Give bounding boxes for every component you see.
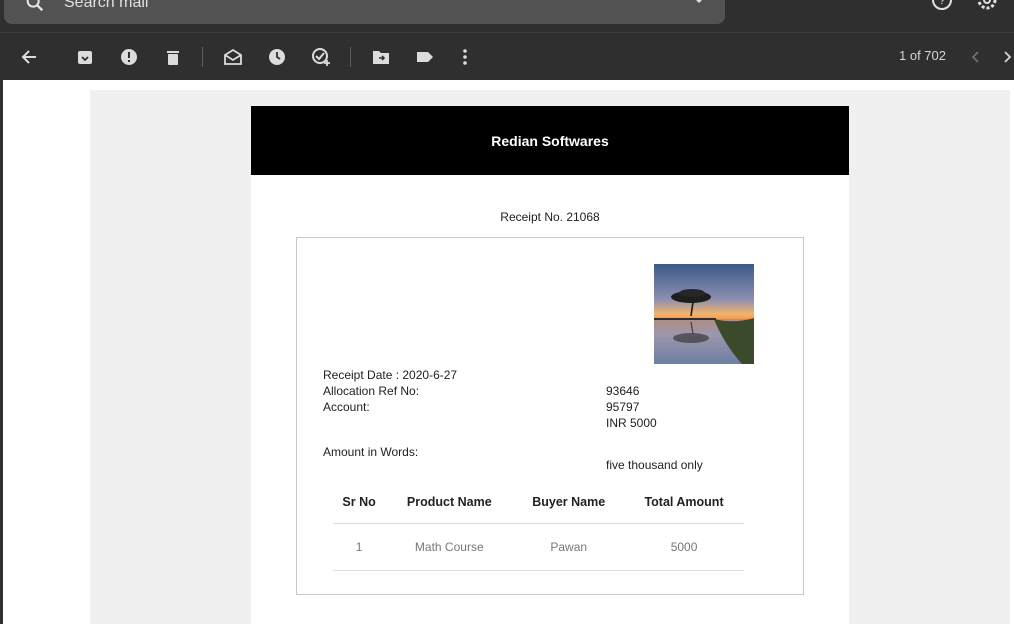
- table-header-row: Sr No Product Name Buyer Name Total Amou…: [333, 481, 744, 524]
- help-icon[interactable]: ?: [930, 0, 954, 12]
- report-spam-button[interactable]: [117, 45, 141, 69]
- chevron-right-icon: [1003, 51, 1011, 63]
- company-name: Redian Softwares: [491, 132, 609, 149]
- column-header-buyer-name: Buyer Name: [513, 481, 625, 524]
- newer-button[interactable]: [963, 45, 987, 69]
- label-icon: [417, 52, 433, 62]
- back-button[interactable]: [17, 45, 41, 69]
- toolbar-divider: [350, 47, 351, 67]
- gear-icon[interactable]: [975, 0, 999, 12]
- table-row: 1 Math Course Pawan 5000: [333, 523, 744, 571]
- mark-unread-button[interactable]: [221, 45, 245, 69]
- move-to-icon: [373, 51, 389, 64]
- amount-words-label: Amount in Words:: [323, 445, 419, 459]
- product-image: [654, 264, 754, 364]
- snooze-icon: [269, 49, 285, 65]
- search-icon[interactable]: [24, 0, 46, 14]
- mark-unread-icon: [224, 48, 242, 65]
- snooze-button[interactable]: [265, 45, 289, 69]
- toolbar-divider: [202, 47, 203, 67]
- cell-buyer-name: Pawan: [513, 523, 625, 571]
- column-header-product-name: Product Name: [385, 481, 514, 524]
- account-label: Account:: [323, 400, 370, 414]
- company-header: Redian Softwares: [251, 106, 849, 175]
- move-to-button[interactable]: [369, 45, 393, 69]
- report-spam-icon: [121, 49, 137, 65]
- add-task-icon: [312, 48, 330, 66]
- receipt-number: Receipt No. 21068: [500, 210, 600, 224]
- cell-sr-no: 1: [333, 523, 386, 571]
- account-value: 95797: [606, 400, 640, 414]
- items-table: Sr No Product Name Buyer Name Total Amou…: [333, 481, 744, 571]
- search-bar[interactable]: Search mail: [4, 0, 725, 24]
- archive-button[interactable]: [73, 45, 97, 69]
- more-button[interactable]: [453, 45, 477, 69]
- allocation-ref-value: 93646: [606, 384, 640, 398]
- amount-words-value: five thousand only: [606, 458, 703, 472]
- column-header-total-amount: Total Amount: [624, 481, 744, 524]
- label-button[interactable]: [413, 45, 437, 69]
- add-task-button[interactable]: [309, 45, 333, 69]
- allocation-ref-label: Allocation Ref No:: [323, 384, 420, 398]
- left-edge: [0, 80, 3, 624]
- delete-button[interactable]: [161, 45, 185, 69]
- delete-icon: [167, 51, 179, 65]
- receipt-email: Redian Softwares Receipt No. 21068 Recei…: [251, 106, 849, 624]
- receipt-date: Receipt Date : 2020-6-27: [323, 368, 458, 382]
- cell-product-name: Math Course: [385, 523, 514, 571]
- back-arrow-icon: [21, 50, 36, 64]
- chevron-left-icon: [971, 51, 979, 63]
- cell-total-amount: 5000: [624, 523, 744, 571]
- more-vertical-icon: [463, 49, 467, 65]
- older-button[interactable]: [1001, 45, 1014, 69]
- column-header-sr-no: Sr No: [333, 481, 386, 524]
- pager-count: 1 of 702: [899, 48, 946, 63]
- top-bar: Search mail ?: [0, 0, 1014, 32]
- archive-icon: [78, 51, 92, 64]
- search-input[interactable]: Search mail: [64, 0, 148, 12]
- receipt-card: Receipt Date : 2020-6-27 Allocation Ref …: [296, 237, 804, 595]
- amount-value: INR 5000: [606, 416, 657, 430]
- search-options-icon[interactable]: [692, 0, 706, 8]
- message-toolbar: 1 of 702: [0, 32, 1014, 80]
- svg-text:?: ?: [939, 0, 945, 7]
